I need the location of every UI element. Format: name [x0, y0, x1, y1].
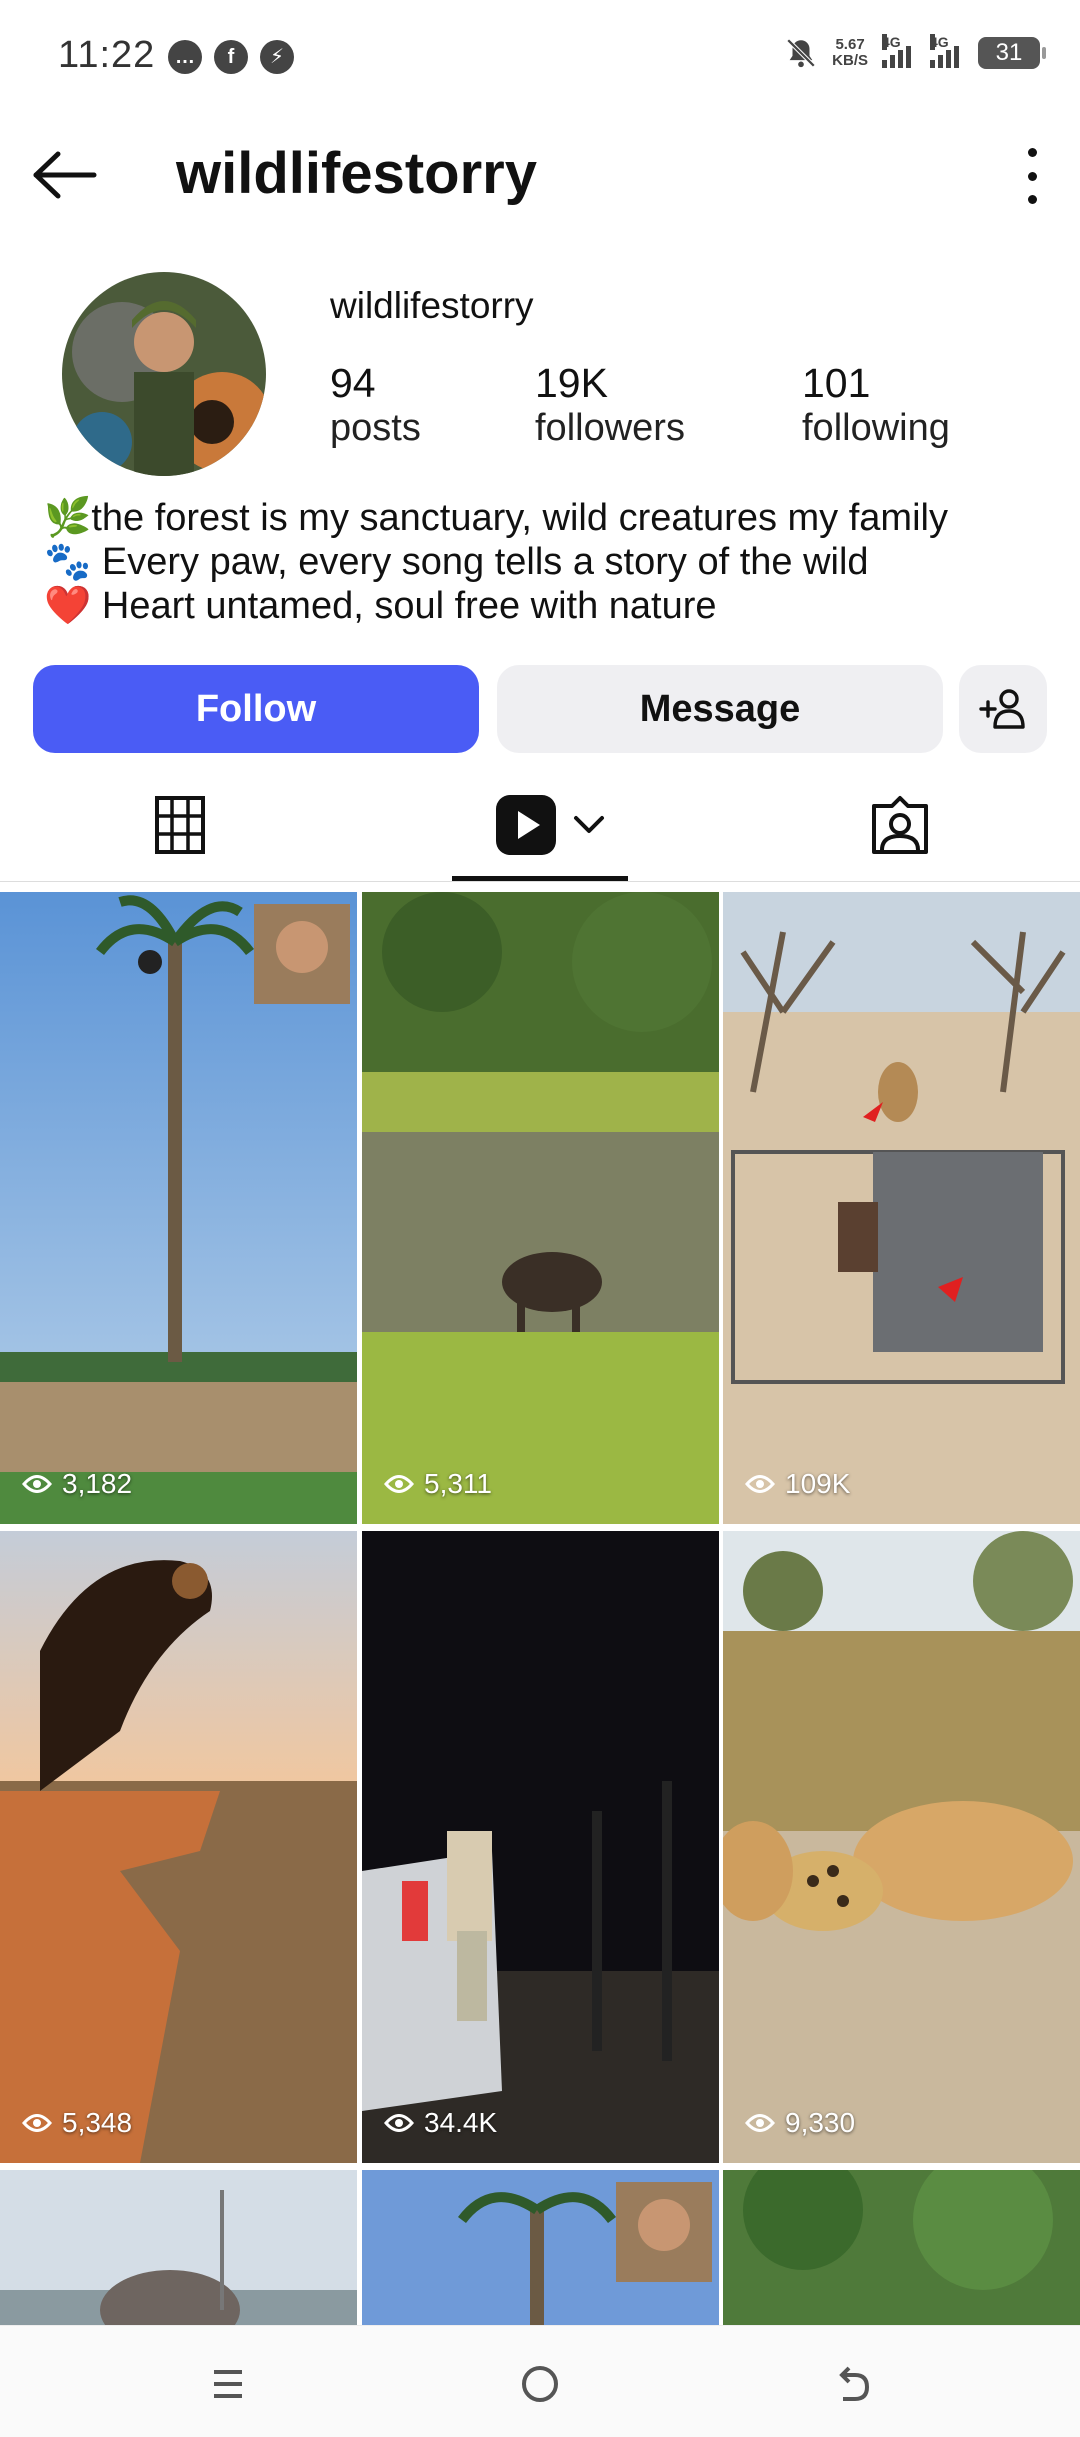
- reel-thumbnail: [0, 2170, 357, 2325]
- net-speed-value: 5.67: [835, 36, 865, 53]
- messenger-icon: ⚡: [260, 40, 294, 74]
- stat-following[interactable]: 101 following: [802, 360, 950, 450]
- status-right: 5.67 KB/S 4G 4G 31: [784, 34, 1046, 70]
- stat-followers-value: 19K: [535, 360, 608, 406]
- avatar-image: [62, 272, 266, 476]
- reel-thumbnail: [723, 892, 1080, 1524]
- reel-thumbnail: [0, 892, 357, 1524]
- eye-icon: [745, 1475, 775, 1493]
- back-gesture-icon: [839, 2366, 870, 2401]
- tab-tagged[interactable]: [840, 770, 960, 880]
- chevron-down-icon: [574, 816, 604, 833]
- reel-tile[interactable]: 5,348: [0, 1531, 357, 2163]
- signal-icon-2: 4G: [930, 34, 964, 68]
- tagged-icon: [872, 796, 928, 854]
- back-nav-button[interactable]: [822, 2356, 882, 2412]
- reel-tile[interactable]: 3,182: [0, 892, 357, 1524]
- bio: 🌿the forest is my sanctuary, wild creatu…: [44, 496, 948, 628]
- signal-icon: 4G: [882, 34, 916, 68]
- view-count-label: 109K: [785, 1468, 851, 1499]
- reel-tile[interactable]: 34.4K: [362, 1531, 719, 2163]
- reels-icon: [496, 795, 556, 855]
- reel-thumbnail: [0, 1531, 357, 2163]
- reel-thumbnail: [362, 892, 719, 1524]
- reel-thumbnail: [362, 2170, 719, 2325]
- reel-tile[interactable]: 9,330: [723, 1531, 1080, 2163]
- reel-tile[interactable]: 5,311: [362, 892, 719, 1524]
- facebook-icon: f: [214, 40, 248, 74]
- view-count-label: 34.4K: [424, 2107, 498, 2138]
- avatar[interactable]: [62, 272, 266, 476]
- tab-divider: [0, 881, 1080, 882]
- eye-icon: [384, 1475, 414, 1493]
- add-person-icon: [979, 689, 1025, 729]
- home-button[interactable]: [510, 2356, 570, 2412]
- view-count-label: 5,311: [424, 1468, 492, 1499]
- bio-line: 🌿the forest is my sanctuary, wild creatu…: [44, 497, 948, 539]
- header-title: wildlifestorry: [176, 141, 537, 206]
- mute-bell-icon: [786, 38, 816, 68]
- reel-thumbnail: [723, 1531, 1080, 2163]
- stat-following-value: 101: [802, 360, 871, 406]
- net-speed: 5.67 KB/S: [832, 37, 868, 69]
- sim1-label: 4G: [882, 34, 901, 50]
- suggested-users-button[interactable]: [959, 665, 1047, 753]
- message-button[interactable]: Message: [497, 665, 943, 753]
- stat-posts-label: posts: [330, 407, 421, 449]
- view-count-label: 5,348: [62, 2107, 133, 2138]
- back-button[interactable]: [30, 150, 100, 200]
- menu-icon: [214, 2370, 242, 2398]
- battery-icon: 31: [978, 37, 1046, 69]
- reel-tile[interactable]: [362, 2170, 719, 2325]
- view-count-label: 9,330: [785, 2107, 856, 2138]
- follow-button[interactable]: Follow: [33, 665, 479, 753]
- chat-notification-icon: …: [168, 40, 202, 74]
- stat-following-label: following: [802, 407, 950, 449]
- stat-posts-value: 94: [330, 360, 376, 406]
- stat-posts[interactable]: 94 posts: [330, 360, 421, 450]
- eye-icon: [384, 2114, 414, 2132]
- reel-tile[interactable]: [723, 2170, 1080, 2325]
- view-count: 109K: [745, 1468, 850, 1500]
- reel-thumbnail: [723, 2170, 1080, 2325]
- tab-reels[interactable]: [480, 770, 620, 880]
- view-count: 5,348: [22, 2107, 132, 2139]
- system-nav-bar: [0, 2325, 1080, 2437]
- bio-line: ❤️ Heart untamed, soul free with nature: [44, 585, 717, 627]
- eye-icon: [22, 2114, 52, 2132]
- home-circle-icon: [522, 2366, 558, 2402]
- view-count: 3,182: [22, 1468, 132, 1500]
- view-count-label: 3,182: [62, 1468, 133, 1499]
- more-options-icon[interactable]: [1024, 148, 1040, 204]
- eye-icon: [745, 2114, 775, 2132]
- eye-icon: [22, 1475, 52, 1493]
- arrow-left-icon: [33, 151, 97, 199]
- recent-apps-button[interactable]: [198, 2356, 258, 2412]
- reel-tile[interactable]: [0, 2170, 357, 2325]
- reel-tile[interactable]: 109K: [723, 892, 1080, 1524]
- tab-grid[interactable]: [120, 770, 240, 880]
- reel-thumbnail: [362, 1531, 719, 2163]
- profile-username: wildlifestorry: [330, 285, 534, 326]
- view-count: 5,311: [384, 1468, 492, 1500]
- sim2-label: 4G: [930, 34, 949, 50]
- net-speed-unit: KB/S: [832, 52, 868, 69]
- status-time: 11:22: [58, 34, 156, 76]
- view-count: 34.4K: [384, 2107, 497, 2139]
- grid-icon: [155, 796, 205, 854]
- stat-followers-label: followers: [535, 407, 685, 449]
- bio-line: 🐾 Every paw, every song tells a story of…: [44, 541, 869, 583]
- stat-followers[interactable]: 19K followers: [535, 360, 685, 450]
- view-count: 9,330: [745, 2107, 855, 2139]
